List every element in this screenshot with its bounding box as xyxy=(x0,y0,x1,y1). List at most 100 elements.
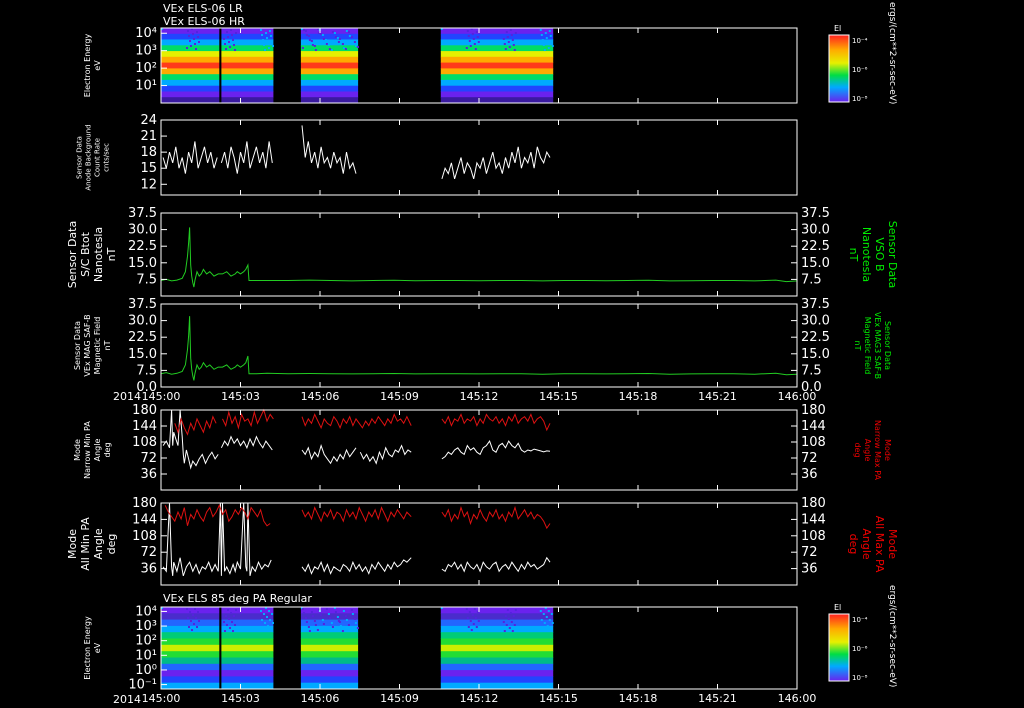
x-tick-label: 145:06 xyxy=(301,692,340,705)
spectrogram-band xyxy=(440,657,554,665)
spectrogram-band xyxy=(300,644,359,652)
spectrogram-speckle xyxy=(475,626,478,628)
spectrogram-band xyxy=(161,676,274,684)
spectrogram-speckle xyxy=(195,617,197,619)
right-axis-label-line: nT xyxy=(853,341,862,351)
colorbar-bottom-title: El xyxy=(834,603,841,612)
spectrogram-band xyxy=(161,51,274,58)
spectrogram-speckle xyxy=(348,35,351,37)
spectrogram-speckle xyxy=(192,614,194,616)
spectrogram-speckle xyxy=(468,40,471,42)
y-tick-label: 12 xyxy=(140,177,157,192)
colorbar-bottom-tick-1: 10⁻⁶ xyxy=(852,645,868,653)
right-axis-label-line: Narrow Max PA xyxy=(873,420,882,481)
spectrogram-speckle xyxy=(351,613,354,615)
y-tick-label-right: 30.0 xyxy=(801,223,830,238)
y-tick-label: 10¹ xyxy=(135,648,157,663)
spectrogram-speckle xyxy=(334,36,337,38)
spectrogram-speckle xyxy=(508,46,511,48)
y-axis-label-line: Angle xyxy=(92,528,105,560)
spectrogram-band xyxy=(300,62,359,69)
colorbar-bottom-tick-0: 10⁻⁴ xyxy=(852,616,868,624)
right-axis-label-line: nT xyxy=(847,248,860,262)
spectrogram-band xyxy=(161,91,274,98)
spectrogram-speckle xyxy=(327,613,330,615)
spectrogram-speckle xyxy=(471,33,474,35)
y-axis-label-line: Magnetic Field xyxy=(93,317,102,375)
spectrogram-speckle xyxy=(466,617,469,619)
y-tick-label: 7.5 xyxy=(136,363,157,378)
right-axis-label-line: Sensor Data xyxy=(886,221,899,288)
spectrogram-speckle xyxy=(351,40,354,42)
spectrogram-speckle xyxy=(308,39,311,41)
spectrogram-speckle xyxy=(550,40,553,42)
spectrogram-speckle xyxy=(354,622,357,624)
right-axis-label-line: VEx MAG3 SAF-B xyxy=(873,312,882,379)
x-tick-label: 145:21 xyxy=(698,390,737,403)
spectrogram-speckle xyxy=(197,36,199,38)
right-axis-label-line: Nanotesla xyxy=(860,227,873,282)
y-tick-label-right: 15.0 xyxy=(801,256,830,271)
y-tick-label-right: 108 xyxy=(801,435,826,450)
spectrogram-els-85deg-pa xyxy=(161,607,554,690)
spectrogram-speckle xyxy=(194,43,196,45)
spectrogram-speckle xyxy=(191,629,193,631)
spectrogram-speckle xyxy=(502,38,505,40)
y-tick-label-right: 180 xyxy=(801,496,826,511)
y-tick-label: 108 xyxy=(132,435,157,450)
spectrogram-band xyxy=(300,51,359,58)
spectrogram-speckle xyxy=(474,48,477,50)
spectrogram-speckle xyxy=(311,44,314,46)
spectrogram-speckle xyxy=(196,31,198,33)
spectrogram-band xyxy=(440,670,554,677)
y-tick-label-right: 144 xyxy=(801,512,826,527)
spectrogram-band xyxy=(161,638,274,646)
spectrogram-band xyxy=(440,39,554,46)
y-axis-label-line: Sensor Data xyxy=(75,136,83,179)
spectrogram-speckle xyxy=(511,630,514,632)
spectrogram-speckle xyxy=(342,610,345,612)
spectrogram-band xyxy=(161,33,274,41)
spectrogram-speckle xyxy=(541,628,544,630)
spectrogram-speckle xyxy=(336,37,339,39)
spectrogram-speckle xyxy=(267,625,269,627)
x-year-label-bottom: 2014 xyxy=(113,693,141,706)
y-axis-label-line: Mode xyxy=(73,439,82,461)
spectrogram-speckle xyxy=(267,42,269,44)
spectrogram-speckle xyxy=(345,30,348,32)
spectrogram-speckle xyxy=(541,39,544,41)
y-tick-label: 10⁰ xyxy=(135,663,157,678)
spectrogram-speckle xyxy=(230,29,232,31)
spectrogram-speckle xyxy=(263,44,265,46)
spectrogram-speckle xyxy=(321,34,324,36)
spectrogram-speckle xyxy=(225,48,227,50)
spectrogram-speckle xyxy=(264,622,266,624)
y-tick-label-right: 72 xyxy=(801,451,818,466)
spectrogram-speckle xyxy=(234,624,236,626)
spectrogram-speckle xyxy=(330,622,333,624)
spectrogram-speckle xyxy=(512,615,515,617)
x-tick-label: 145:09 xyxy=(380,692,419,705)
y-axis-label-line: Narrow Min PA xyxy=(83,421,92,479)
spectrogram-speckle xyxy=(539,610,542,612)
spectrogram-band xyxy=(300,682,359,690)
spectrogram-band xyxy=(161,625,274,633)
spectrogram-speckle xyxy=(548,619,551,621)
y-tick-label-right: 180 xyxy=(801,403,826,418)
spectrogram-band xyxy=(300,85,359,92)
spectrogram-speckle xyxy=(509,29,512,31)
spectrogram-speckle xyxy=(514,32,517,34)
right-axis-label-line: Angle xyxy=(863,439,872,462)
spectrogram-band xyxy=(440,85,554,92)
spectrogram-speckle xyxy=(549,35,552,37)
spectrogram-speckle xyxy=(226,31,228,33)
spectrogram-speckle xyxy=(514,609,517,611)
spectrogram-speckle xyxy=(551,622,554,624)
spectrogram-speckle xyxy=(301,608,304,610)
right-axis-label-line: Magnetic Field xyxy=(863,317,872,375)
spectrogram-speckle xyxy=(307,35,310,37)
spectrogram-speckle xyxy=(509,612,512,614)
spectrogram-band xyxy=(161,651,274,658)
y-tick-label: 10⁴ xyxy=(135,604,157,619)
spectrogram-speckle xyxy=(476,36,479,38)
